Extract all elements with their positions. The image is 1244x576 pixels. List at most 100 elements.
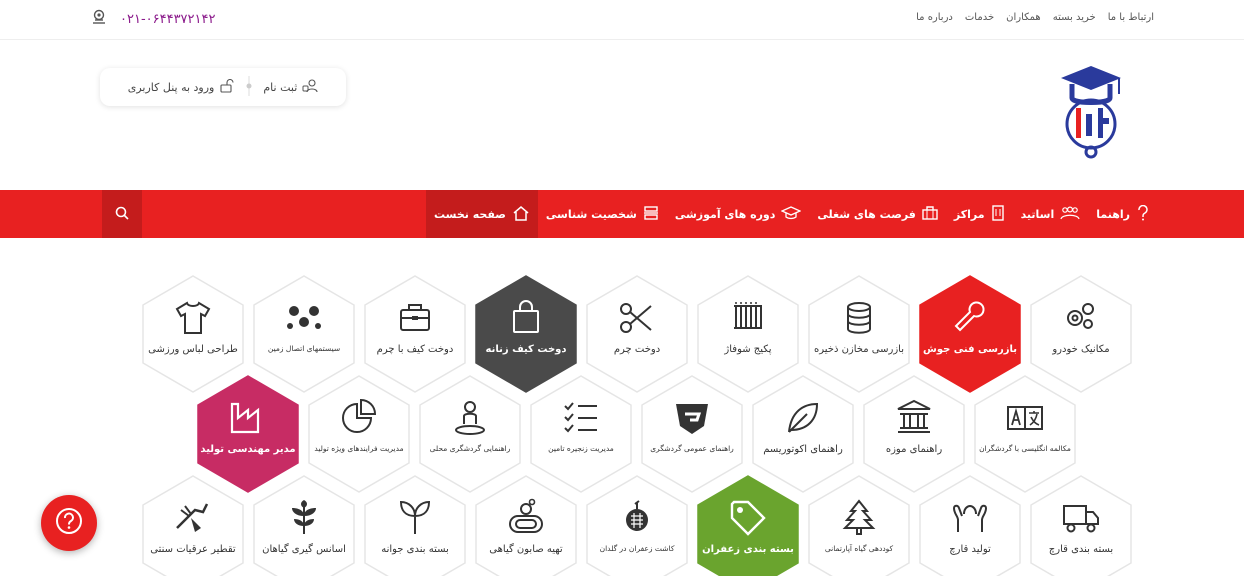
nav-personality[interactable]: شخصیت شناسی: [538, 190, 667, 238]
hex-label: کاشت زعفران در گلدان: [599, 544, 675, 553]
user-lock-icon: [302, 78, 318, 96]
hex-label: بسته بندی قارچ: [1048, 544, 1114, 555]
categories-hex-grid: مکانیک خودرو بازرسی فنی جوش بازرسی مخازن ذ…: [0, 238, 1244, 576]
hex-label: دوخت چرم: [613, 344, 661, 355]
hex-label: بازرسی مخازن ذخیره: [814, 344, 904, 355]
truck-icon: [1029, 498, 1133, 538]
login-link[interactable]: ورود به پنل کاربری: [127, 78, 236, 96]
home-icon: [512, 205, 530, 224]
checklist-icon: [529, 398, 633, 438]
nav-jobs[interactable]: فرصت های شغلی: [809, 190, 945, 238]
hex-tile[interactable]: تهیه صابون گیاهی: [474, 474, 578, 576]
hex-tile[interactable]: بسته بندی قارچ: [1029, 474, 1133, 576]
sprout-icon: [363, 498, 467, 538]
pot-icon: [585, 498, 689, 538]
gears-icon: [1029, 298, 1133, 338]
register-label: ثبت نام: [263, 80, 298, 94]
site-logo[interactable]: [1060, 64, 1122, 162]
hex-label: بسته بندی جوانه: [381, 544, 449, 555]
wrench-icon: [918, 298, 1022, 338]
link-services[interactable]: خدمات: [965, 12, 994, 23]
nav-label: فرصت های شغلی: [817, 207, 916, 221]
hex-label: پکیج شوفاژ: [724, 344, 772, 355]
register-link[interactable]: ثبت نام: [263, 78, 318, 96]
hex-label: راهنمای عمومی گردشگری: [650, 444, 734, 453]
nav-guide[interactable]: راهنما: [1088, 190, 1158, 238]
soap-icon: [474, 498, 578, 538]
museum-icon: [862, 398, 966, 438]
herb-icon: [252, 498, 356, 538]
people-icon: [1060, 205, 1080, 223]
link-buy-package[interactable]: خرید بسته: [1053, 12, 1096, 23]
hex-label: بسته بندی زعفران: [702, 544, 794, 555]
scissors-icon: [585, 298, 689, 338]
unlock-icon: [219, 78, 235, 96]
hex-tile[interactable]: اسانس گیری گیاهان: [252, 474, 356, 576]
hex-tile[interactable]: تولید قارچ: [918, 474, 1022, 576]
graduation-cap-icon: [780, 205, 803, 223]
hex-label: راهنمای اکوتوریسم: [763, 444, 843, 455]
login-label: ورود به پنل کاربری: [127, 80, 215, 94]
link-about[interactable]: درباره ما: [916, 12, 953, 23]
hex-label: بازرسی فنی جوش: [923, 344, 1017, 355]
translate-icon: [973, 398, 1077, 438]
headset-icon: [90, 8, 108, 30]
persona-icon: [643, 205, 659, 223]
hex-label: کوددهی گیاه آپارتمانی: [824, 544, 894, 553]
question-icon: [1136, 204, 1150, 224]
nav-courses[interactable]: دوره های آموزشی: [667, 190, 810, 238]
main-nav: صفحه نخست شخصیت شناسی دوره های آموزشی فر…: [0, 190, 1244, 238]
hex-label: تقطیر عرقیات سنتی: [150, 544, 236, 555]
hex-label: مکالمه انگلیسی با گردشگران: [979, 444, 1071, 453]
help-button[interactable]: [41, 495, 97, 551]
leaf-icon: [751, 398, 855, 438]
nav-label: اساتید: [1020, 207, 1055, 221]
phone-number[interactable]: ۰۲۱-۰۶۴۴۳۷۲۱۴۲: [120, 12, 215, 27]
hex-tile[interactable]: تقطیر عرقیات سنتی: [141, 474, 245, 576]
hex-label: راهنمایی گردشگری محلی: [429, 444, 511, 453]
hex-tile[interactable]: بسته بندی جوانه: [363, 474, 467, 576]
case-icon: [363, 298, 467, 338]
hex-label: راهنمای موزه: [885, 444, 943, 455]
hex-label: تهیه صابون گیاهی: [489, 544, 563, 555]
nav-label: شخصیت شناسی: [545, 207, 637, 221]
hex-tile[interactable]: بسته بندی زعفران: [696, 474, 800, 576]
hex-tile[interactable]: کاشت زعفران در گلدان: [585, 474, 689, 576]
briefcase-icon: [922, 205, 938, 223]
hex-label: طراحی لباس ورزشی: [148, 344, 238, 355]
tshirt-icon: [141, 298, 245, 338]
hex-label: تولید قارچ: [949, 544, 991, 555]
hex-label: سیستمهای اتصال زمین: [267, 344, 341, 353]
hex-label: مدیر مهندسی تولید: [200, 444, 296, 455]
tree-icon: [807, 498, 911, 538]
nav-centers[interactable]: مراکز: [946, 190, 1013, 238]
bag-icon: [474, 298, 578, 338]
nav-home[interactable]: صفحه نخست: [426, 190, 538, 238]
nav-label: صفحه نخست: [434, 207, 506, 221]
search-icon: [115, 205, 129, 224]
hex-label: اسانس گیری گیاهان: [262, 544, 346, 555]
phone-contact[interactable]: ۰۲۱-۰۶۴۴۳۷۲۱۴۲: [90, 8, 215, 30]
database-icon: [807, 298, 911, 338]
hex-tile[interactable]: کوددهی گیاه آپارتمانی: [807, 474, 911, 576]
nav-label: مراکز: [953, 207, 985, 221]
tag-icon: [696, 498, 800, 538]
shield-g-icon: [640, 398, 744, 438]
nav-teachers[interactable]: اساتید: [1013, 190, 1089, 238]
link-partners[interactable]: همکاران: [1006, 12, 1041, 23]
network-icon: [252, 298, 356, 338]
link-contact[interactable]: ارتباط با ما: [1108, 12, 1154, 23]
building-icon: [991, 204, 1005, 224]
top-bar: ۰۲۱-۰۶۴۴۳۷۲۱۴۲ درباره ما خدمات همکاران خ…: [0, 0, 1244, 40]
radiator-icon: [696, 298, 800, 338]
nav-label: راهنما: [1096, 207, 1130, 221]
hex-label: دوخت کیف زنانه: [485, 344, 567, 355]
top-links: درباره ما خدمات همکاران خرید بسته ارتباط…: [916, 12, 1154, 23]
hex-label: دوخت کیف با چرم: [376, 344, 454, 355]
hands-icon: [918, 498, 1022, 538]
nav-label: دوره های آموزشی: [674, 207, 776, 221]
search-button[interactable]: [102, 190, 142, 238]
pie-chart-icon: [307, 398, 411, 438]
hex-label: مدیریت زنجیره تامین: [548, 444, 614, 453]
hex-label: مدیریت فرایندهای ویژه تولید: [314, 444, 404, 453]
